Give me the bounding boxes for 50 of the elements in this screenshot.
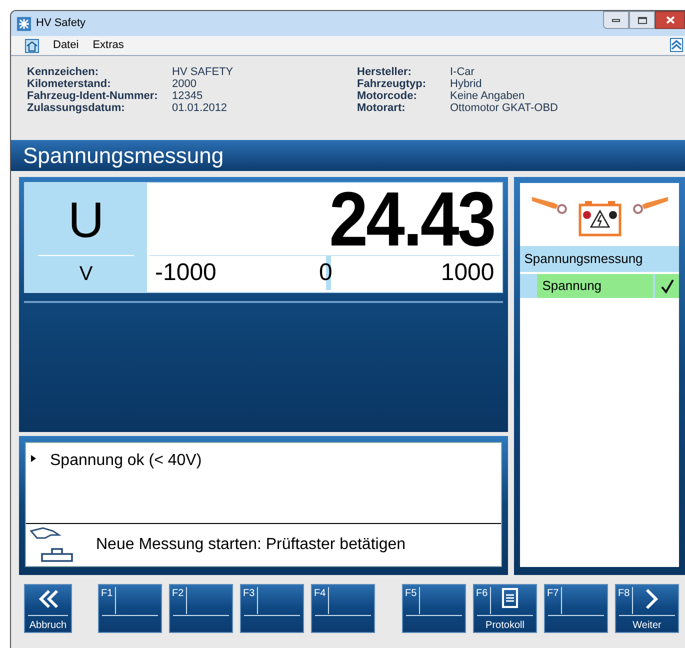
- maximize-button[interactable]: [629, 11, 655, 29]
- field-label: Motorcode:: [357, 90, 418, 102]
- scale-mid: 0: [318, 258, 334, 288]
- scale-max: 1000: [440, 258, 494, 288]
- field-label: Motorart:: [357, 102, 406, 114]
- function-key[interactable]: F4: [311, 584, 375, 633]
- quantity-symbol: U: [68, 191, 104, 250]
- field-label: Kennzeichen:: [27, 66, 100, 78]
- minimize-button[interactable]: [603, 11, 629, 29]
- instruction-text: Neue Messung starten: Prüftaster betätigen: [96, 535, 406, 555]
- window-title: HV Safety: [36, 16, 86, 32]
- field-value: HV SAFETY: [172, 66, 234, 78]
- double-chevron-left-icon: [38, 588, 60, 610]
- chevron-right-icon: [644, 588, 658, 610]
- field-value: Ottomotor GKAT-OBD: [450, 102, 559, 114]
- field-value: 2000: [172, 78, 198, 90]
- function-key[interactable]: F5: [402, 584, 466, 633]
- field-label: Kilometerstand:: [27, 78, 112, 90]
- field-value: 01.01.2012: [172, 102, 228, 114]
- field-label: Zulassungsdatum:: [27, 102, 126, 114]
- collapse-icon[interactable]: [670, 38, 683, 52]
- home-icon[interactable]: [25, 38, 39, 52]
- function-key[interactable]: F8 Weiter: [615, 584, 679, 633]
- app-icon: [17, 16, 31, 30]
- field-label: Hersteller:: [357, 66, 412, 78]
- document-icon: [502, 588, 518, 608]
- function-key[interactable]: F2: [169, 584, 233, 633]
- cancel-button[interactable]: Abbruch: [24, 584, 72, 633]
- function-key[interactable]: F7: [544, 584, 608, 633]
- menu-item[interactable]: Datei: [53, 37, 79, 54]
- step-item[interactable]: Spannung: [537, 274, 653, 298]
- menu-item[interactable]: Extras: [92, 37, 124, 54]
- result-text: Spannung ok (< 40V): [50, 451, 202, 471]
- close-button[interactable]: [655, 11, 685, 29]
- field-label: Fahrzeugtyp:: [357, 78, 428, 90]
- page-title: Spannungsmessung: [23, 142, 224, 170]
- field-value: Hybrid: [450, 78, 483, 90]
- scale-min: -1000: [155, 258, 216, 288]
- step-group-title: Spannungsmessung: [520, 246, 679, 272]
- bullet-icon: [31, 455, 36, 462]
- field-value: I-Car: [450, 66, 476, 78]
- function-key[interactable]: F3: [240, 584, 304, 633]
- field-value: Keine Angaben: [450, 90, 526, 102]
- field-label: Fahrzeug-Ident-Nummer:: [27, 90, 159, 102]
- field-value: 12345: [172, 90, 204, 102]
- unit-label: V: [79, 262, 93, 287]
- function-key[interactable]: F1: [98, 584, 162, 633]
- measured-value: 24.43: [329, 180, 494, 258]
- function-key[interactable]: F6 Protokoll: [473, 584, 537, 633]
- close-icon: [666, 16, 674, 24]
